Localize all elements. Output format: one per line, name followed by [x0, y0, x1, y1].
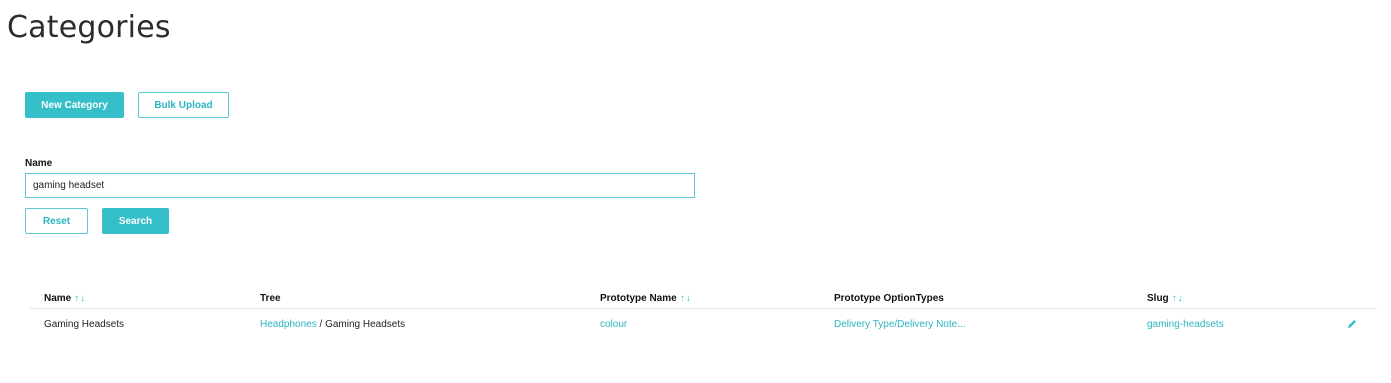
reset-button[interactable]: Reset [25, 208, 88, 234]
column-header-name-label: Name [44, 293, 72, 304]
column-header-tree-label: Tree [260, 293, 281, 304]
sort-arrows-icon[interactable]: ↑↓ [1172, 293, 1184, 304]
name-search-input[interactable] [25, 173, 695, 198]
sort-arrows-icon[interactable]: ↑↓ [680, 293, 692, 304]
column-header-slug-label: Slug [1147, 293, 1169, 304]
column-header-slug[interactable]: Slug ↑↓ [1147, 293, 1184, 304]
search-button[interactable]: Search [102, 208, 169, 234]
pencil-icon[interactable] [1346, 318, 1358, 330]
bulk-upload-button[interactable]: Bulk Upload [138, 92, 229, 118]
table-header-divider [30, 308, 1377, 309]
column-header-prototype-name[interactable]: Prototype Name ↑↓ [600, 293, 692, 304]
row-name-cell: Gaming Headsets [44, 319, 125, 330]
prototype-name-link[interactable]: colour [600, 319, 627, 330]
name-filter-label: Name [25, 158, 53, 169]
column-header-prototype-name-label: Prototype Name [600, 293, 677, 304]
row-tree-cell: Headphones / Gaming Headsets [260, 319, 405, 330]
column-header-prototype-option-types: Prototype OptionTypes [834, 293, 944, 304]
column-header-tree: Tree [260, 293, 281, 304]
tree-separator: / [316, 319, 326, 330]
page-title: Categories [7, 10, 171, 45]
column-header-prototype-option-types-label: Prototype OptionTypes [834, 293, 944, 304]
tree-leaf-label: Gaming Headsets [325, 319, 406, 330]
tree-parent-link[interactable]: Headphones [260, 319, 317, 330]
column-header-name[interactable]: Name ↑↓ [44, 293, 86, 304]
new-category-button[interactable]: New Category [25, 92, 124, 118]
slug-link[interactable]: gaming-headsets [1147, 319, 1224, 330]
sort-arrows-icon[interactable]: ↑↓ [74, 293, 86, 304]
prototype-option-types-link[interactable]: Delivery Type/Delivery Note... [834, 319, 966, 330]
